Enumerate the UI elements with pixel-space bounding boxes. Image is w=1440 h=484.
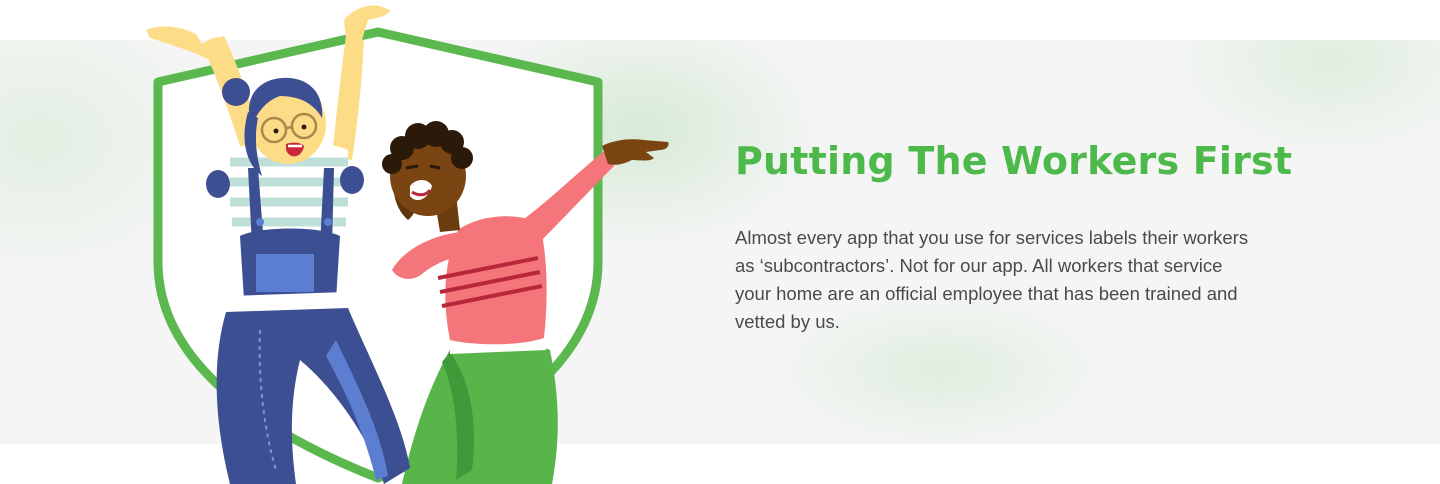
shield-with-two-workers-icon: [146, 5, 669, 484]
section-description: Almost every app that you use for servic…: [735, 227, 1249, 332]
workers-shield-illustration: [140, 0, 680, 484]
section-title: Putting The Workers First: [735, 139, 1293, 183]
